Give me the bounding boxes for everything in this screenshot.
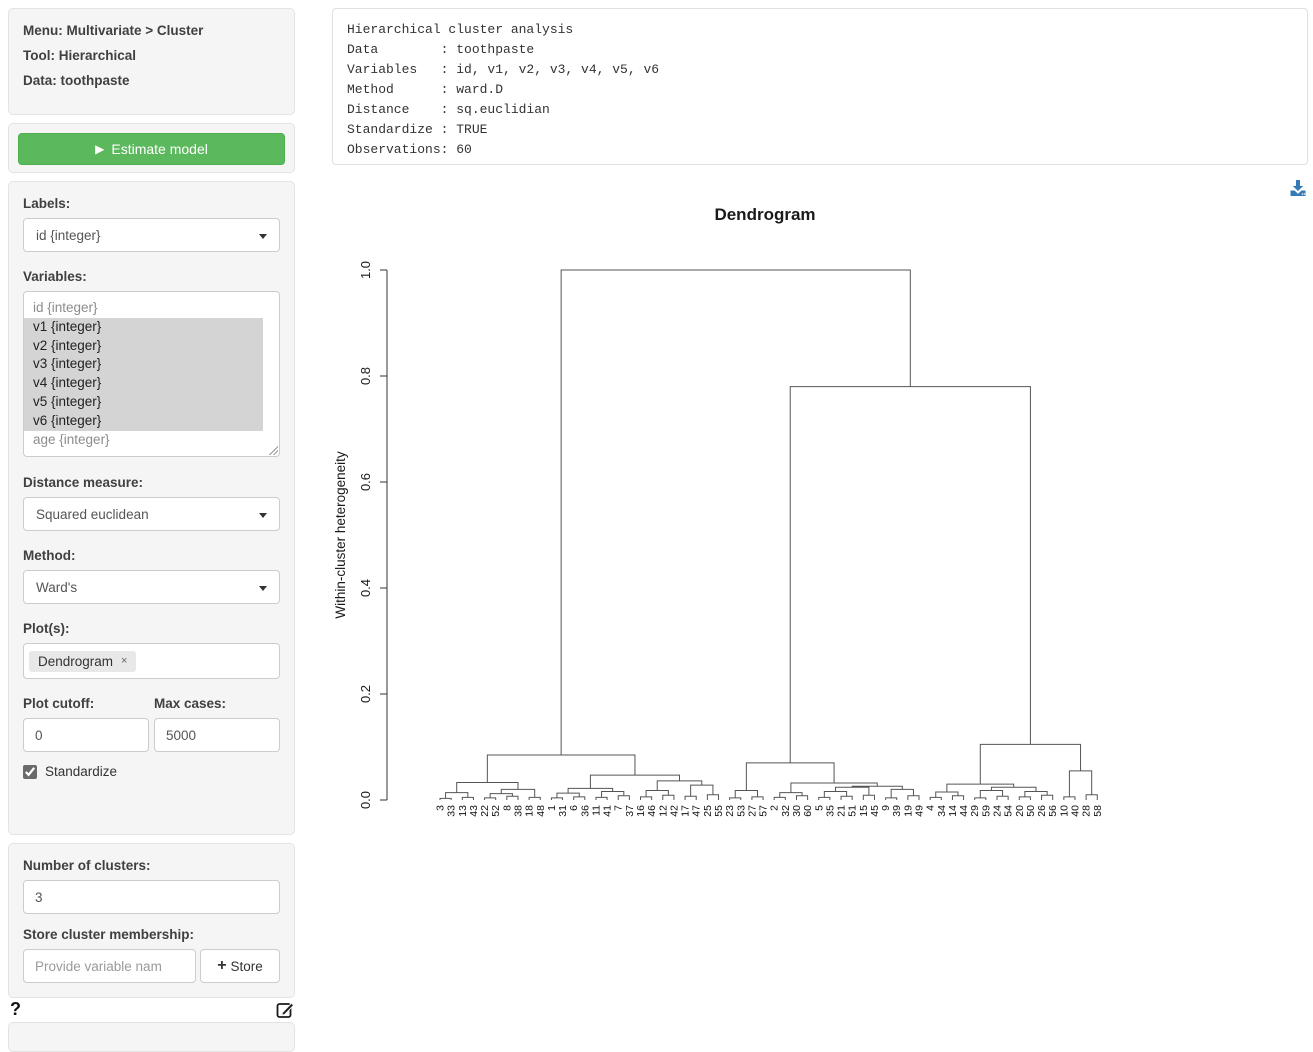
controls-panel: Labels: id {integer} Variables: id {inte…: [8, 181, 295, 835]
variable-option[interactable]: v1 {integer}: [24, 318, 263, 337]
labels-select[interactable]: id {integer}: [23, 218, 280, 252]
variables-label: Variables:: [23, 269, 280, 284]
remove-tag-icon[interactable]: ×: [121, 655, 127, 667]
dendrogram-lines: [440, 270, 1097, 800]
estimate-panel: ▶ Estimate model: [8, 123, 295, 173]
y-axis-title: Within-cluster heterogeneity: [333, 451, 348, 619]
summary-output-text: Hierarchical cluster analysis Data : too…: [347, 20, 1293, 160]
variable-option[interactable]: id {integer}: [24, 299, 277, 318]
dataset-label: Data: toothpaste: [23, 73, 280, 88]
plot-cutoff-label: Plot cutoff:: [23, 696, 149, 711]
max-cases-input[interactable]: [154, 718, 280, 752]
plot-tag-label: Dendrogram: [38, 654, 113, 669]
dendrogram-plot: Dendrogram 0.0 0.2 0.4 0.6 0.8 1.0 Within-clust…: [330, 192, 1313, 857]
caret-down-icon: [259, 234, 267, 239]
plots-tag-input[interactable]: Dendrogram ×: [23, 643, 280, 679]
distance-measure-value: Squared euclidean: [36, 507, 149, 522]
labels-select-value: id {integer}: [36, 228, 101, 243]
resize-handle-icon[interactable]: [268, 445, 278, 455]
store-button-label: Store: [231, 959, 263, 974]
store-button[interactable]: + Store: [200, 949, 280, 983]
plus-icon: +: [217, 958, 226, 974]
variable-option[interactable]: v2 {integer}: [24, 337, 263, 356]
y-tick-label: 0.4: [358, 579, 373, 597]
clusters-panel: Number of clusters: Store cluster member…: [8, 843, 295, 998]
method-select-value: Ward's: [36, 580, 77, 595]
dendrogram-svg: Dendrogram 0.0 0.2 0.4 0.6 0.8 1.0 Within-clust…: [330, 192, 1313, 857]
y-tick-label: 0.0: [358, 791, 373, 809]
variable-option[interactable]: v6 {integer}: [24, 412, 263, 431]
y-tick-label: 1.0: [358, 261, 373, 279]
y-tick-label: 0.6: [358, 473, 373, 491]
estimate-model-button[interactable]: ▶ Estimate model: [18, 133, 285, 165]
plot-tag-dendrogram[interactable]: Dendrogram ×: [29, 651, 136, 672]
y-tick-label: 0.8: [358, 367, 373, 385]
max-cases-label: Max cases:: [154, 696, 280, 711]
method-select[interactable]: Ward's: [23, 570, 280, 604]
menu-breadcrumb: Menu: Multivariate > Cluster: [23, 23, 280, 38]
model-summary-panel: Menu: Multivariate > Cluster Tool: Hiera…: [8, 8, 295, 115]
variable-option[interactable]: v3 {integer}: [24, 355, 263, 374]
y-tick-label: 0.2: [358, 685, 373, 703]
store-membership-label: Store cluster membership:: [23, 927, 280, 942]
standardize-checkbox[interactable]: [23, 765, 37, 779]
variable-option[interactable]: v4 {integer}: [24, 374, 263, 393]
help-icon[interactable]: ?: [10, 999, 21, 1020]
number-of-clusters-input[interactable]: [23, 880, 280, 914]
leaf-label: 58: [1092, 805, 1104, 817]
plot-cutoff-input[interactable]: [23, 718, 149, 752]
variable-option[interactable]: v5 {integer}: [24, 393, 263, 412]
plots-label: Plot(s):: [23, 621, 280, 636]
labels-label: Labels:: [23, 196, 280, 211]
play-icon: ▶: [95, 143, 104, 155]
store-variable-input[interactable]: [23, 949, 196, 983]
distance-measure-label: Distance measure:: [23, 475, 280, 490]
caret-down-icon: [259, 586, 267, 591]
standardize-label: Standardize: [45, 764, 117, 779]
variable-option[interactable]: age {integer}: [24, 431, 277, 450]
distance-measure-select[interactable]: Squared euclidean: [23, 497, 280, 531]
next-panel-edge: [8, 1022, 295, 1052]
edit-report-icon[interactable]: [276, 1000, 295, 1019]
variables-multiselect[interactable]: id {integer}v1 {integer}v2 {integer}v3 {…: [23, 291, 280, 457]
summary-output-panel: Hierarchical cluster analysis Data : too…: [332, 8, 1308, 165]
estimate-model-label: Estimate model: [111, 141, 207, 157]
method-label: Method:: [23, 548, 280, 563]
caret-down-icon: [259, 513, 267, 518]
tool-label: Tool: Hierarchical: [23, 48, 280, 63]
plot-title: Dendrogram: [714, 205, 815, 224]
number-of-clusters-label: Number of clusters:: [23, 858, 280, 873]
